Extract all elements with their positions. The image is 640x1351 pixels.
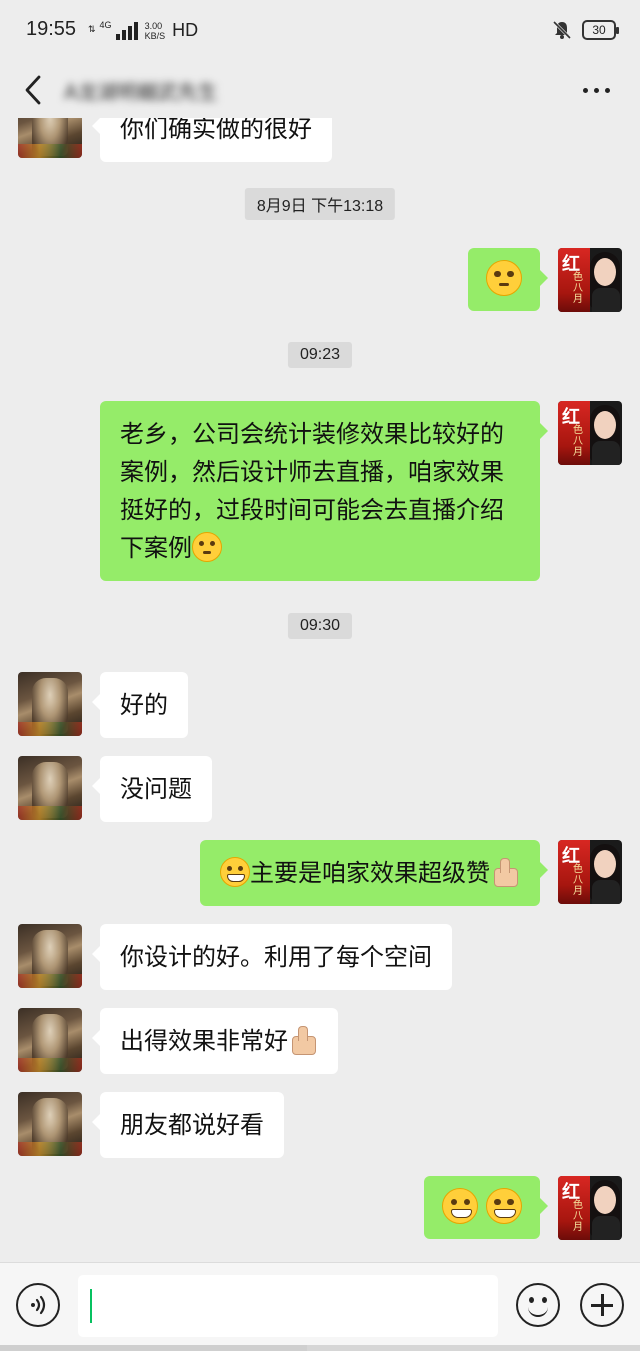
input-bar xyxy=(0,1262,640,1351)
hd-label: HD xyxy=(172,20,199,40)
message-text: 主要是咱家效果超级赞 xyxy=(250,859,490,887)
data-arrows-icon: ⇅ xyxy=(88,25,96,35)
my-avatar[interactable]: 红色八月 xyxy=(558,1176,622,1240)
status-right: 30 xyxy=(552,20,619,40)
message-text: 好的 xyxy=(120,691,168,719)
timestamp: 8月9日 下午13:18 xyxy=(244,188,396,220)
text-caret xyxy=(90,1289,92,1323)
network-speed: 3.00 KB/S xyxy=(145,21,166,41)
network-indicator: ⇅ 4G 3.00 KB/S HD xyxy=(88,20,198,41)
plus-button[interactable] xyxy=(580,1283,624,1327)
status-time: 19:55 xyxy=(26,18,77,40)
contact-avatar[interactable] xyxy=(18,1008,82,1072)
contact-name: A龙湖明樾武先生 xyxy=(64,80,218,104)
message-received[interactable]: 没问题 xyxy=(92,756,212,822)
voice-icon xyxy=(31,1295,46,1315)
message-received[interactable]: 出得效果非常好 xyxy=(92,1008,338,1074)
thumbs-up-icon xyxy=(288,1025,318,1055)
battery-indicator: 30 xyxy=(582,20,619,40)
contact-avatar[interactable] xyxy=(18,924,82,988)
message-text: 出得效果非常好 xyxy=(120,1027,288,1055)
message-text: 朋友都说好看 xyxy=(120,1111,264,1139)
my-avatar[interactable]: 红色八月 xyxy=(558,248,622,312)
status-bar: 19:55 ⇅ 4G 3.00 KB/S HD 30 xyxy=(0,0,640,62)
message-sent[interactable]: 老乡，公司会统计装修效果比较好的案例，然后设计师去直播，咱家效果挺好的，过段时间… xyxy=(100,401,548,581)
message-received[interactable]: 朋友都说好看 xyxy=(92,1092,284,1158)
emoji-button[interactable] xyxy=(516,1283,560,1327)
bell-off-icon xyxy=(552,20,572,40)
contact-avatar[interactable] xyxy=(18,118,82,158)
message-received[interactable]: 你设计的好。利用了每个空间 xyxy=(92,924,452,990)
thinking-emoji-icon xyxy=(192,532,222,562)
message-sent[interactable]: 主要是咱家效果超级赞 xyxy=(200,840,548,906)
thumbs-up-icon xyxy=(490,857,520,887)
poster-sub: 色八月 xyxy=(573,272,583,305)
grin-emoji-icon xyxy=(486,1188,522,1224)
message-text: 没问题 xyxy=(120,775,192,803)
message-text: 你们确实做的很好 xyxy=(120,118,312,143)
back-button[interactable] xyxy=(18,72,48,108)
chevron-left-icon xyxy=(25,75,41,105)
network-type: 4G xyxy=(99,20,112,30)
voice-button[interactable] xyxy=(16,1283,60,1327)
message-input[interactable] xyxy=(78,1275,498,1337)
timestamp: 09:30 xyxy=(287,613,353,639)
grin-emoji-icon xyxy=(220,857,250,887)
timestamp: 09:23 xyxy=(287,342,353,368)
message-sent[interactable] xyxy=(468,248,548,311)
signal-icon xyxy=(115,21,138,40)
my-avatar[interactable]: 红色八月 xyxy=(558,401,622,465)
contact-avatar[interactable] xyxy=(18,1092,82,1156)
message-text: 老乡，公司会统计装修效果比较好的案例，然后设计师去直播，咱家效果挺好的，过段时间… xyxy=(120,420,504,562)
speed-value: 3.00 xyxy=(144,20,163,31)
contact-avatar[interactable] xyxy=(18,672,82,736)
chat-header: A龙湖明樾武先生 xyxy=(0,62,640,118)
chat-messages: 你们确实做的很好 8月9日 下午13:18 红色八月 09:23 老乡，公司会统… xyxy=(0,118,640,1260)
contact-avatar[interactable] xyxy=(18,756,82,820)
message-sent[interactable] xyxy=(424,1176,548,1239)
nav-bar-hint xyxy=(0,1345,640,1351)
more-dots-icon xyxy=(582,87,588,93)
message-received[interactable]: 好的 xyxy=(92,672,188,738)
my-avatar[interactable]: 红色八月 xyxy=(558,840,622,904)
message-received[interactable]: 你们确实做的很好 xyxy=(92,118,332,162)
message-text: 你设计的好。利用了每个空间 xyxy=(120,943,432,971)
more-button[interactable] xyxy=(578,76,614,104)
thinking-emoji-icon xyxy=(486,260,522,296)
grin-emoji-icon xyxy=(442,1188,479,1224)
speed-unit: KB/S xyxy=(144,30,166,41)
